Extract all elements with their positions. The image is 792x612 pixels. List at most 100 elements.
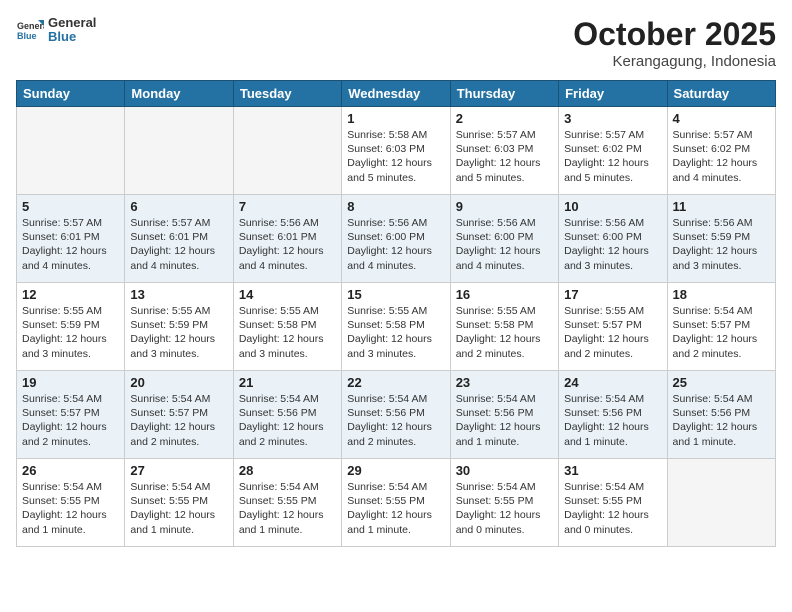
day-header-saturday: Saturday xyxy=(667,81,775,107)
day-number: 22 xyxy=(347,375,444,390)
week-row-2: 5 Sunrise: 5:57 AMSunset: 6:01 PMDaylight… xyxy=(17,195,776,283)
day-number: 29 xyxy=(347,463,444,478)
day-info: Sunrise: 5:54 AMSunset: 5:55 PMDaylight:… xyxy=(22,480,119,537)
day-number: 30 xyxy=(456,463,553,478)
day-number: 17 xyxy=(564,287,661,302)
day-info: Sunrise: 5:54 AMSunset: 5:55 PMDaylight:… xyxy=(130,480,227,537)
day-info: Sunrise: 5:55 AMSunset: 5:59 PMDaylight:… xyxy=(130,304,227,361)
day-number: 18 xyxy=(673,287,770,302)
day-number: 10 xyxy=(564,199,661,214)
logo-icon: General Blue xyxy=(16,16,44,44)
day-info: Sunrise: 5:54 AMSunset: 5:55 PMDaylight:… xyxy=(239,480,336,537)
day-info: Sunrise: 5:55 AMSunset: 5:58 PMDaylight:… xyxy=(239,304,336,361)
day-number: 5 xyxy=(22,199,119,214)
day-info: Sunrise: 5:54 AMSunset: 5:56 PMDaylight:… xyxy=(456,392,553,449)
day-cell-2: 2 Sunrise: 5:57 AMSunset: 6:03 PMDaylight… xyxy=(450,107,558,195)
day-info: Sunrise: 5:57 AMSunset: 6:02 PMDaylight:… xyxy=(564,128,661,185)
day-cell-6: 6 Sunrise: 5:57 AMSunset: 6:01 PMDaylight… xyxy=(125,195,233,283)
page-header: General Blue General Blue October 2025 K… xyxy=(16,16,776,70)
day-info: Sunrise: 5:56 AMSunset: 6:01 PMDaylight:… xyxy=(239,216,336,273)
svg-text:Blue: Blue xyxy=(17,31,37,41)
day-number: 15 xyxy=(347,287,444,302)
day-number: 6 xyxy=(130,199,227,214)
day-cell-18: 18 Sunrise: 5:54 AMSunset: 5:57 PMDayligh… xyxy=(667,283,775,371)
day-cell-9: 9 Sunrise: 5:56 AMSunset: 6:00 PMDaylight… xyxy=(450,195,558,283)
day-number: 9 xyxy=(456,199,553,214)
day-info: Sunrise: 5:54 AMSunset: 5:56 PMDaylight:… xyxy=(564,392,661,449)
day-cell-21: 21Sunrise: 5:54 AMSunset: 5:56 PMDayligh… xyxy=(233,371,341,459)
day-cell-17: 17 Sunrise: 5:55 AMSunset: 5:57 PMDayligh… xyxy=(559,283,667,371)
day-number: 1 xyxy=(347,111,444,126)
day-number: 11 xyxy=(673,199,770,214)
day-cell-26: 26 Sunrise: 5:54 AMSunset: 5:55 PMDayligh… xyxy=(17,459,125,547)
day-number: 7 xyxy=(239,199,336,214)
day-header-monday: Monday xyxy=(125,81,233,107)
day-cell-31: 31Sunrise: 5:54 AMSunset: 5:55 PMDayligh… xyxy=(559,459,667,547)
day-number: 8 xyxy=(347,199,444,214)
day-number: 4 xyxy=(673,111,770,126)
day-number: 14 xyxy=(239,287,336,302)
day-cell-22: 22 Sunrise: 5:54 AMSunset: 5:56 PMDayligh… xyxy=(342,371,450,459)
calendar-subtitle: Kerangagung, Indonesia xyxy=(573,53,776,70)
day-cell-24: 24 Sunrise: 5:54 AMSunset: 5:56 PMDayligh… xyxy=(559,371,667,459)
day-number: 28 xyxy=(239,463,336,478)
day-info: Sunrise: 5:56 AMSunset: 6:00 PMDaylight:… xyxy=(456,216,553,273)
title-area: October 2025 Kerangagung, Indonesia xyxy=(573,16,776,70)
day-info: Sunrise: 5:57 AMSunset: 6:01 PMDaylight:… xyxy=(22,216,119,273)
day-header-tuesday: Tuesday xyxy=(233,81,341,107)
day-cell-7: 7 Sunrise: 5:56 AMSunset: 6:01 PMDaylight… xyxy=(233,195,341,283)
day-cell-23: 23 Sunrise: 5:54 AMSunset: 5:56 PMDayligh… xyxy=(450,371,558,459)
day-cell-5: 5 Sunrise: 5:57 AMSunset: 6:01 PMDaylight… xyxy=(17,195,125,283)
empty-cell xyxy=(233,107,341,195)
day-cell-19: 19 Sunrise: 5:54 AMSunset: 5:57 PMDayligh… xyxy=(17,371,125,459)
day-number: 12 xyxy=(22,287,119,302)
svg-text:General: General xyxy=(17,21,44,31)
day-number: 20 xyxy=(130,375,227,390)
day-cell-27: 27Sunrise: 5:54 AMSunset: 5:55 PMDayligh… xyxy=(125,459,233,547)
day-cell-10: 10 Sunrise: 5:56 AMSunset: 6:00 PMDayligh… xyxy=(559,195,667,283)
day-info: Sunrise: 5:56 AMSunset: 6:00 PMDaylight:… xyxy=(564,216,661,273)
empty-cell xyxy=(17,107,125,195)
day-cell-15: 15 Sunrise: 5:55 AMSunset: 5:58 PMDayligh… xyxy=(342,283,450,371)
day-info: Sunrise: 5:55 AMSunset: 5:57 PMDaylight:… xyxy=(564,304,661,361)
day-info: Sunrise: 5:58 AMSunset: 6:03 PMDaylight:… xyxy=(347,128,444,185)
header-row: SundayMondayTuesdayWednesdayThursdayFrid… xyxy=(17,81,776,107)
day-info: Sunrise: 5:54 AMSunset: 5:55 PMDaylight:… xyxy=(456,480,553,537)
day-info: Sunrise: 5:57 AMSunset: 6:03 PMDaylight:… xyxy=(456,128,553,185)
day-number: 26 xyxy=(22,463,119,478)
day-info: Sunrise: 5:57 AMSunset: 6:02 PMDaylight:… xyxy=(673,128,770,185)
day-number: 19 xyxy=(22,375,119,390)
day-info: Sunrise: 5:54 AMSunset: 5:56 PMDaylight:… xyxy=(347,392,444,449)
day-info: Sunrise: 5:54 AMSunset: 5:57 PMDaylight:… xyxy=(22,392,119,449)
day-number: 2 xyxy=(456,111,553,126)
day-number: 21 xyxy=(239,375,336,390)
day-cell-14: 14 Sunrise: 5:55 AMSunset: 5:58 PMDayligh… xyxy=(233,283,341,371)
week-row-4: 19 Sunrise: 5:54 AMSunset: 5:57 PMDayligh… xyxy=(17,371,776,459)
day-info: Sunrise: 5:56 AMSunset: 6:00 PMDaylight:… xyxy=(347,216,444,273)
day-cell-28: 28 Sunrise: 5:54 AMSunset: 5:55 PMDayligh… xyxy=(233,459,341,547)
day-info: Sunrise: 5:55 AMSunset: 5:58 PMDaylight:… xyxy=(456,304,553,361)
day-cell-25: 25Sunrise: 5:54 AMSunset: 5:56 PMDayligh… xyxy=(667,371,775,459)
day-info: Sunrise: 5:55 AMSunset: 5:58 PMDaylight:… xyxy=(347,304,444,361)
day-info: Sunrise: 5:54 AMSunset: 5:57 PMDaylight:… xyxy=(130,392,227,449)
day-cell-12: 12 Sunrise: 5:55 AMSunset: 5:59 PMDayligh… xyxy=(17,283,125,371)
day-header-friday: Friday xyxy=(559,81,667,107)
day-info: Sunrise: 5:54 AMSunset: 5:56 PMDaylight:… xyxy=(673,392,770,449)
empty-cell xyxy=(667,459,775,547)
empty-cell xyxy=(125,107,233,195)
week-row-1: 1 Sunrise: 5:58 AMSunset: 6:03 PMDaylight… xyxy=(17,107,776,195)
day-info: Sunrise: 5:56 AMSunset: 5:59 PMDaylight:… xyxy=(673,216,770,273)
day-info: Sunrise: 5:57 AMSunset: 6:01 PMDaylight:… xyxy=(130,216,227,273)
day-info: Sunrise: 5:55 AMSunset: 5:59 PMDaylight:… xyxy=(22,304,119,361)
logo-general-text: General xyxy=(48,16,96,30)
day-number: 23 xyxy=(456,375,553,390)
week-row-3: 12 Sunrise: 5:55 AMSunset: 5:59 PMDayligh… xyxy=(17,283,776,371)
week-row-5: 26 Sunrise: 5:54 AMSunset: 5:55 PMDayligh… xyxy=(17,459,776,547)
day-info: Sunrise: 5:54 AMSunset: 5:57 PMDaylight:… xyxy=(673,304,770,361)
calendar-table: SundayMondayTuesdayWednesdayThursdayFrid… xyxy=(16,80,776,547)
logo: General Blue General Blue xyxy=(16,16,96,45)
day-cell-20: 20 Sunrise: 5:54 AMSunset: 5:57 PMDayligh… xyxy=(125,371,233,459)
day-number: 24 xyxy=(564,375,661,390)
day-cell-8: 8 Sunrise: 5:56 AMSunset: 6:00 PMDaylight… xyxy=(342,195,450,283)
day-info: Sunrise: 5:54 AMSunset: 5:55 PMDaylight:… xyxy=(564,480,661,537)
